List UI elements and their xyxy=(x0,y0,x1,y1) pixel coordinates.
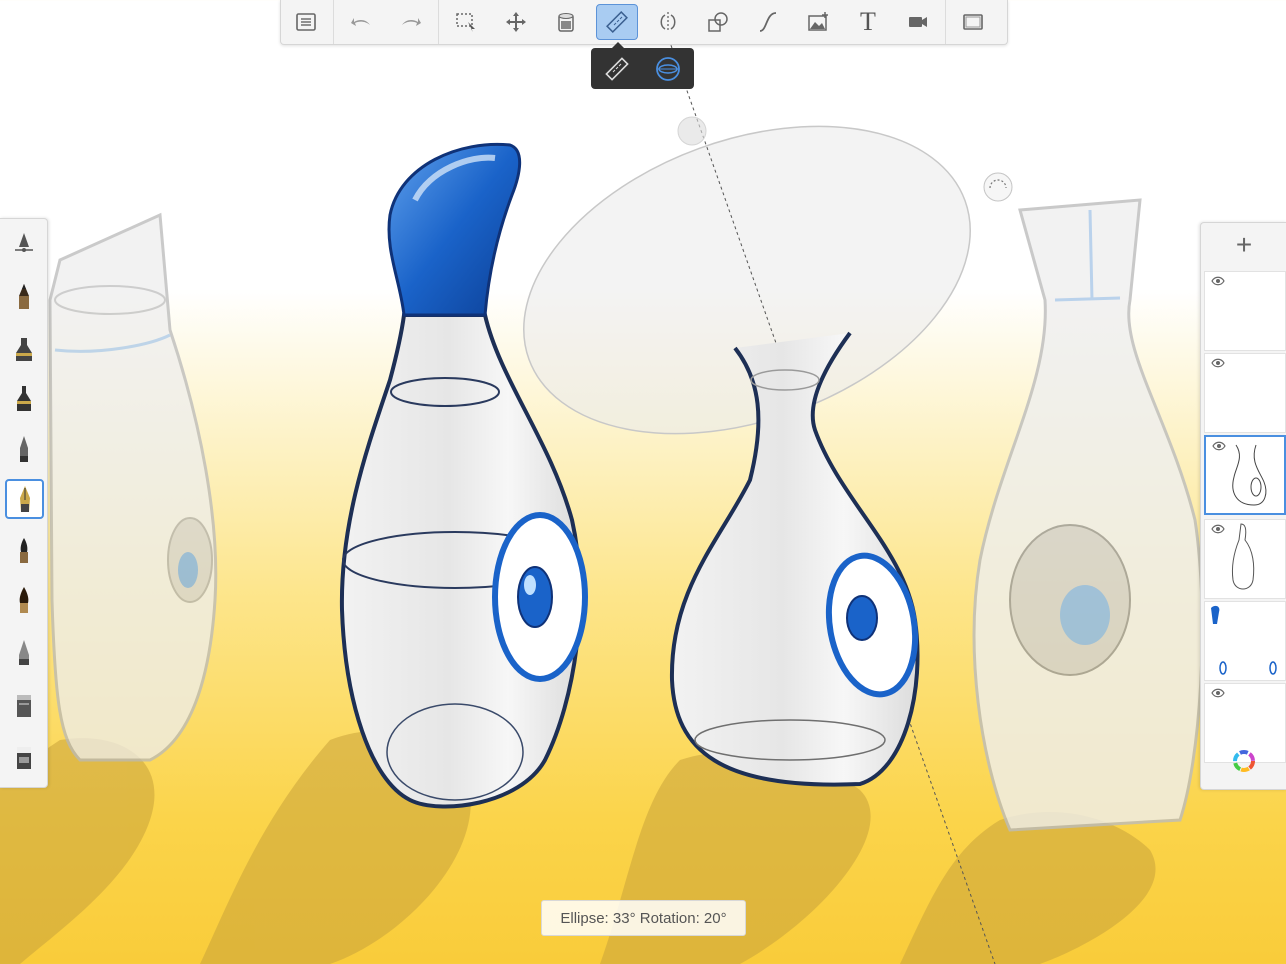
text-icon[interactable]: T xyxy=(848,5,888,39)
layer-preview xyxy=(1211,605,1277,675)
sketch-bottle-left xyxy=(48,212,218,762)
eraser-icon[interactable] xyxy=(5,737,42,775)
ballpoint-icon[interactable] xyxy=(5,430,42,468)
ruler-icon[interactable] xyxy=(596,4,638,40)
symmetry-icon[interactable] xyxy=(648,5,688,39)
redo-icon[interactable] xyxy=(391,5,431,39)
smudge-icon[interactable] xyxy=(5,685,42,723)
record-video-icon[interactable] xyxy=(898,5,938,39)
fill-bucket-icon[interactable] xyxy=(546,5,586,39)
eye-icon[interactable] xyxy=(1211,358,1225,368)
guide-status-label: Ellipse: 33° Rotation: 20° xyxy=(541,900,746,936)
selection-icon[interactable] xyxy=(446,5,486,39)
brush-palette xyxy=(0,218,48,788)
shapes-icon[interactable] xyxy=(698,5,738,39)
text-tool-label: T xyxy=(860,7,876,36)
layer-list-icon[interactable] xyxy=(286,5,326,39)
guide-status-text: Ellipse: 33° Rotation: 20° xyxy=(560,909,727,927)
sketch-bottle-right xyxy=(972,198,1204,832)
transform-icon[interactable] xyxy=(496,5,536,39)
chisel-icon[interactable] xyxy=(5,633,42,671)
layer-thumbnail-active[interactable] xyxy=(1204,435,1286,515)
paintbrush-icon[interactable] xyxy=(5,581,42,619)
toolbar-divider xyxy=(333,0,334,44)
eye-icon[interactable] xyxy=(1211,688,1225,698)
color-wheel-icon xyxy=(1233,750,1255,772)
fullscreen-icon[interactable] xyxy=(953,5,993,39)
brush-icon[interactable] xyxy=(5,531,42,569)
layer-thumbnail[interactable] xyxy=(1204,353,1286,433)
drawing-canvas[interactable] xyxy=(0,0,1286,964)
layer-thumbnail[interactable] xyxy=(1204,271,1286,351)
main-toolbar: T xyxy=(280,0,1008,45)
layer-thumbnail[interactable] xyxy=(1204,601,1286,681)
ruler-guide-icon[interactable] xyxy=(600,53,634,85)
layer-thumbnail[interactable] xyxy=(1204,519,1286,599)
undo-icon[interactable] xyxy=(341,5,381,39)
layers-panel: + xyxy=(1200,222,1286,790)
image-import-icon[interactable] xyxy=(798,5,838,39)
pencil-icon[interactable] xyxy=(5,277,42,315)
ellipse-guide-icon[interactable] xyxy=(651,53,685,85)
airbrush-icon[interactable] xyxy=(5,225,42,263)
guide-subtoolbar xyxy=(591,42,694,89)
layer-preview xyxy=(1232,523,1255,590)
felt-tip-icon[interactable] xyxy=(5,379,42,417)
eye-icon[interactable] xyxy=(1211,276,1225,286)
add-layer-button[interactable]: + xyxy=(1201,223,1286,267)
toolbar-divider xyxy=(438,0,439,44)
marker-icon[interactable] xyxy=(5,329,42,367)
main-bottle-pin xyxy=(339,142,588,809)
curve-icon[interactable] xyxy=(748,5,788,39)
color-picker-button[interactable] xyxy=(1201,733,1286,789)
layer-preview xyxy=(1232,444,1267,506)
fine-nib-icon[interactable] xyxy=(5,479,44,519)
toolbar-divider xyxy=(945,0,946,44)
